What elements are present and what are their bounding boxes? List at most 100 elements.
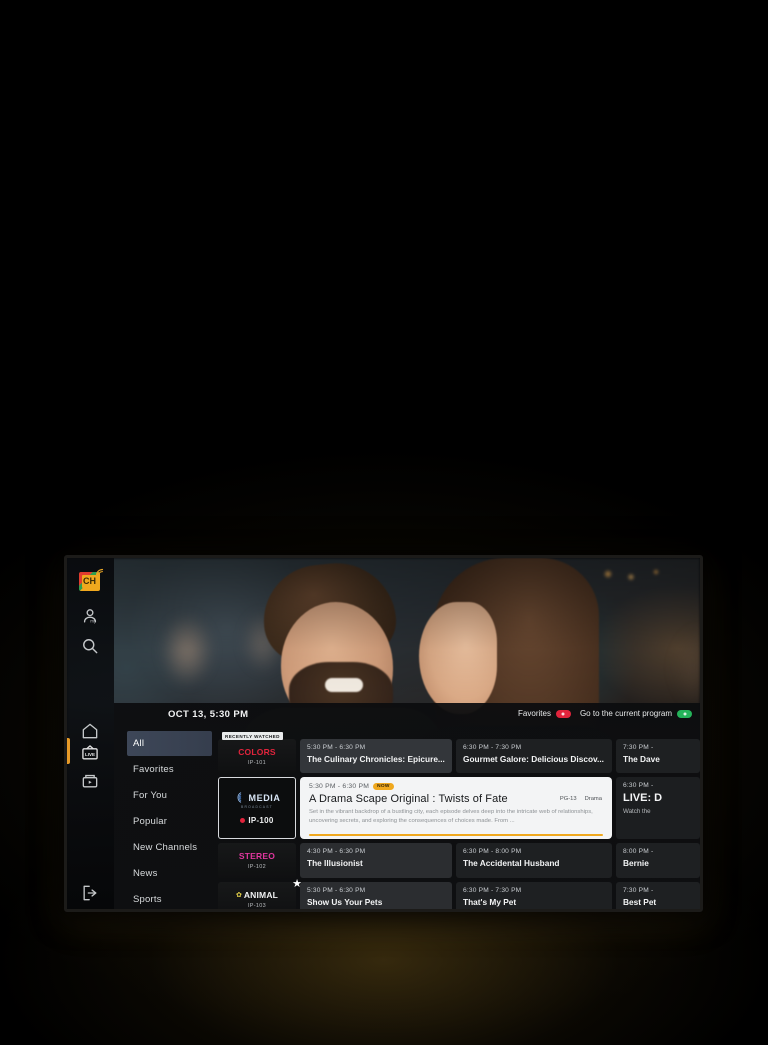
tv-frame: CH my LIVE OCT 13, 5:30 PM Favorites Go … bbox=[64, 555, 703, 912]
table-row[interactable]: ★ ✿ ANIMAL IP-103 5:30 PM - 6:30 PM Show… bbox=[218, 879, 700, 909]
category-list: All Favorites For You Popular New Channe… bbox=[114, 731, 218, 909]
program-cell[interactable]: 7:30 PM - Best Pet bbox=[616, 882, 700, 909]
paw-icon: ✿ bbox=[235, 892, 242, 899]
favorites-action-label: Favorites bbox=[518, 709, 551, 718]
channel-number: IP-100 bbox=[240, 816, 273, 825]
category-label: Favorites bbox=[133, 763, 174, 775]
program-time: 5:30 PM - 6:30 PM NOW bbox=[309, 783, 603, 790]
program-cell[interactable]: 5:30 PM - 6:30 PM The Culinary Chronicle… bbox=[300, 739, 452, 773]
svg-text:LIVE: LIVE bbox=[85, 752, 95, 757]
channel-logo-label: ANIMAL bbox=[243, 890, 279, 900]
guide-header: OCT 13, 5:30 PM Favorites Go to the curr… bbox=[114, 703, 700, 731]
program-time: 5:30 PM - 6:30 PM bbox=[307, 887, 366, 894]
channel-number-label: IP-100 bbox=[248, 816, 274, 825]
page-root: CH my LIVE OCT 13, 5:30 PM Favorites Go … bbox=[0, 0, 768, 1045]
program-cell[interactable]: 6:30 PM - 8:00 PM The Accidental Husband bbox=[456, 843, 612, 878]
channel-cell-stereo[interactable]: STEREO IP-102 bbox=[218, 843, 296, 878]
program-cell[interactable]: 7:30 PM - The Dave bbox=[616, 739, 700, 773]
category-label: New Channels bbox=[133, 841, 198, 853]
sidebar-item-new-channels[interactable]: New Channels bbox=[114, 834, 218, 860]
recently-watched-badge: RECENTLY WATCHED bbox=[222, 732, 283, 740]
channel-number: IP-101 bbox=[247, 759, 266, 766]
program-title: The Dave bbox=[623, 754, 660, 764]
program-title: Show Us Your Pets bbox=[307, 897, 383, 907]
program-title: Bernie bbox=[623, 858, 649, 868]
program-meta: PG-13 Drama bbox=[560, 796, 602, 802]
sidebar-item-popular[interactable]: Popular bbox=[114, 808, 218, 834]
channel-cell-colors[interactable]: RECENTLY WATCHED COLORS IP-101 bbox=[218, 732, 296, 773]
program-cell[interactable]: 5:30 PM - 6:30 PM Show Us Your Pets bbox=[300, 882, 452, 909]
program-cell[interactable]: 6:30 PM - LIVE: D Watch the bbox=[616, 777, 700, 839]
program-cell-selected[interactable]: 5:30 PM - 6:30 PM NOW A Drama Scape Orig… bbox=[300, 777, 612, 839]
channel-logo-label: COLORS bbox=[238, 746, 276, 757]
home-icon[interactable] bbox=[80, 721, 100, 741]
program-cell[interactable]: 6:30 PM - 7:30 PM Gourmet Galore: Delici… bbox=[456, 739, 612, 773]
program-title: Best Pet bbox=[623, 897, 657, 907]
program-time: 6:30 PM - 8:00 PM bbox=[463, 848, 522, 855]
sidebar-item-sports[interactable]: Sports bbox=[114, 886, 218, 909]
program-time: 6:30 PM - 7:30 PM bbox=[463, 887, 522, 894]
program-time: 5:30 PM - 6:30 PM bbox=[307, 744, 366, 751]
program-title: That's My Pet bbox=[463, 897, 517, 907]
exit-icon[interactable] bbox=[80, 883, 100, 903]
channel-cell-animal[interactable]: ★ ✿ ANIMAL IP-103 bbox=[218, 879, 302, 909]
program-rating: PG-13 bbox=[559, 796, 577, 802]
search-icon[interactable] bbox=[80, 636, 100, 656]
program-time: 6:30 PM - bbox=[623, 782, 654, 789]
category-label: Popular bbox=[133, 815, 168, 827]
left-navigation-rail: CH my LIVE bbox=[67, 558, 114, 909]
now-badge: NOW bbox=[373, 783, 394, 790]
program-time: 4:30 PM - 6:30 PM bbox=[307, 848, 366, 855]
current-program-action-label: Go to the current program bbox=[579, 709, 672, 718]
program-genre: Drama bbox=[584, 796, 602, 802]
favorites-action[interactable]: Favorites bbox=[518, 709, 571, 718]
active-nav-indicator bbox=[67, 738, 70, 764]
program-time: 8:00 PM - bbox=[623, 848, 654, 855]
sidebar-item-favorites[interactable]: Favorites bbox=[114, 756, 218, 782]
live-dot-icon bbox=[240, 818, 246, 823]
program-title: LIVE: D bbox=[623, 792, 663, 804]
profile-icon[interactable]: my bbox=[80, 606, 100, 626]
svg-text:my: my bbox=[90, 619, 96, 624]
broadcast-wave-icon bbox=[95, 568, 104, 577]
program-cell[interactable]: 6:30 PM - 7:30 PM That's My Pet bbox=[456, 882, 612, 909]
current-program-action[interactable]: Go to the current program bbox=[580, 709, 692, 718]
live-tv-icon[interactable]: LIVE bbox=[80, 743, 100, 763]
category-label: For You bbox=[133, 789, 168, 801]
channel-number: IP-103 bbox=[247, 903, 266, 909]
sidebar-item-news[interactable]: News bbox=[114, 860, 218, 886]
program-time: 6:30 PM - 7:30 PM bbox=[463, 744, 522, 751]
program-title: Gourmet Galore: Delicious Discov... bbox=[463, 754, 604, 764]
program-title: The Illusionist bbox=[307, 858, 363, 868]
table-row[interactable]: STEREO IP-102 4:30 PM - 6:30 PM The Illu… bbox=[218, 843, 700, 878]
favorites-color-key-icon bbox=[555, 709, 571, 718]
table-row[interactable]: MEDIA BROADCAST IP-100 5:30 PM - 6:30 PM bbox=[218, 777, 700, 839]
channel-grid[interactable]: RECENTLY WATCHED COLORS IP-101 5:30 PM -… bbox=[218, 731, 700, 909]
program-guide-panel: OCT 13, 5:30 PM Favorites Go to the curr… bbox=[114, 703, 700, 909]
program-cell[interactable]: 4:30 PM - 6:30 PM The Illusionist bbox=[300, 843, 452, 878]
channels-logo[interactable]: CH bbox=[79, 568, 104, 593]
table-row[interactable]: RECENTLY WATCHED COLORS IP-101 5:30 PM -… bbox=[218, 732, 700, 773]
program-time: 7:30 PM - bbox=[623, 887, 654, 894]
program-cell[interactable]: 8:00 PM - Bernie bbox=[616, 843, 700, 878]
sidebar-item-for-you[interactable]: For You bbox=[114, 782, 218, 808]
category-label: Sports bbox=[133, 893, 162, 905]
category-label: News bbox=[133, 867, 158, 879]
channel-logo-label: STEREO bbox=[238, 851, 276, 861]
tv-screen: CH my LIVE OCT 13, 5:30 PM Favorites Go … bbox=[67, 558, 700, 909]
channel-logo-label: MEDIA bbox=[248, 792, 281, 803]
category-label: All bbox=[133, 738, 145, 749]
media-broadcast-swoosh-icon bbox=[237, 792, 241, 803]
channel-cell-media-broadcast[interactable]: MEDIA BROADCAST IP-100 bbox=[218, 777, 296, 839]
program-title: The Accidental Husband bbox=[463, 858, 560, 868]
program-subtitle: Watch the bbox=[623, 808, 651, 815]
sidebar-item-all[interactable]: All bbox=[127, 731, 212, 756]
guide-header-actions: Favorites Go to the current program bbox=[518, 709, 692, 718]
channel-number: IP-102 bbox=[247, 864, 266, 870]
program-time: 7:30 PM - bbox=[623, 744, 654, 751]
channel-logo-sublabel: BROADCAST bbox=[241, 805, 273, 809]
guide-date-label: OCT 13, 5:30 PM bbox=[168, 709, 249, 720]
progress-underline bbox=[309, 834, 603, 836]
recordings-icon[interactable] bbox=[80, 771, 100, 791]
current-program-color-key-icon bbox=[677, 709, 692, 718]
